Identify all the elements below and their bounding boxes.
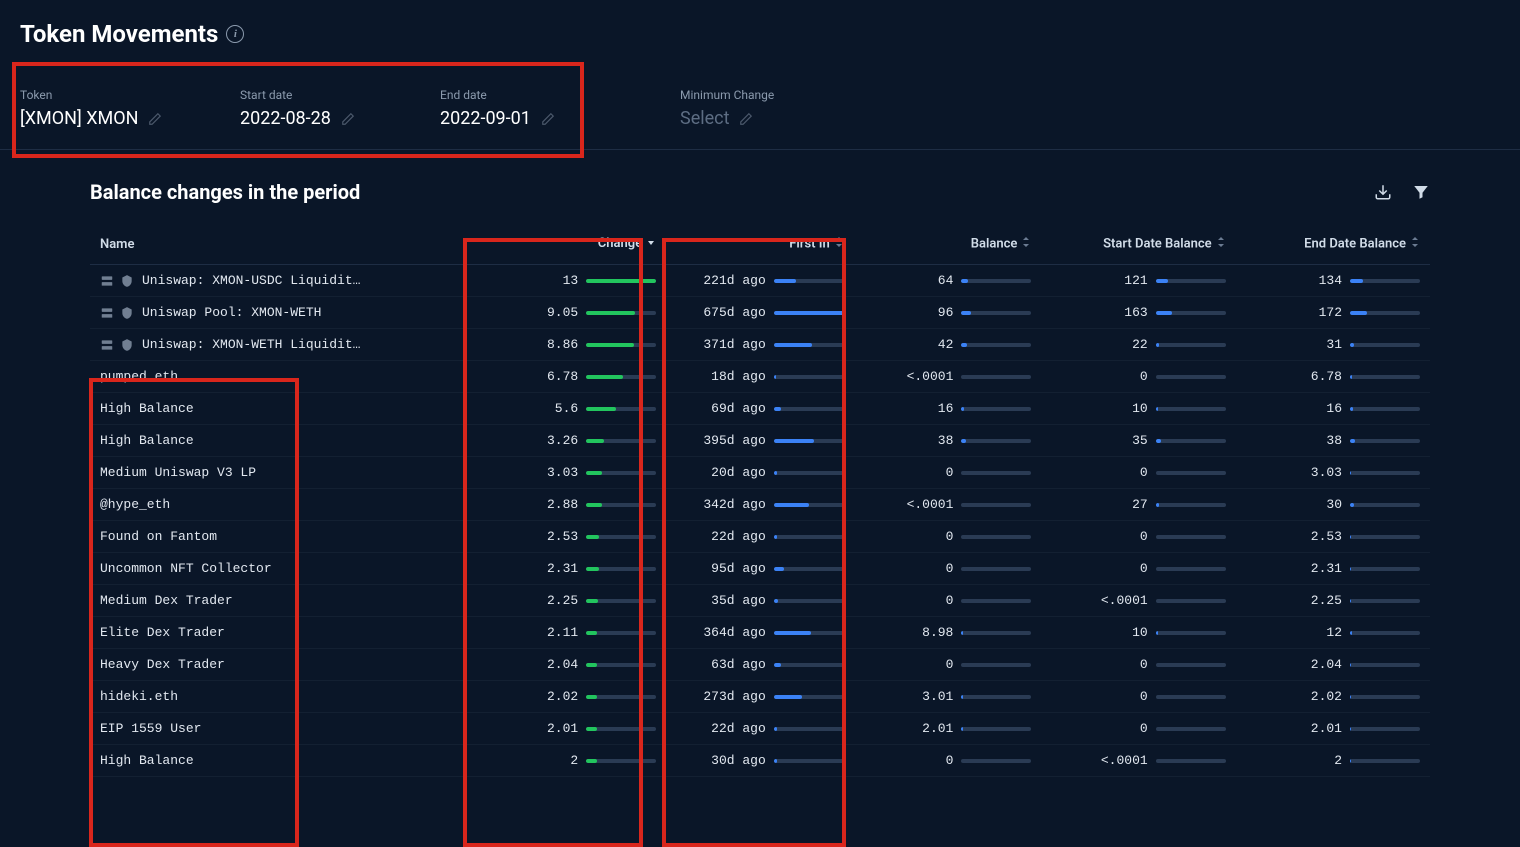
filter-end-date-value: 2022-09-01 <box>440 108 531 129</box>
table-row[interactable]: Medium Uniswap V3 LP 3.03 20d ago 0 0 3.… <box>90 457 1430 489</box>
row-name: hideki.eth <box>100 689 178 704</box>
table-row[interactable]: High Balance 5.6 69d ago 16 10 16 <box>90 393 1430 425</box>
row-name: Uniswap Pool: XMON-WETH <box>142 305 321 320</box>
table-row[interactable]: Medium Dex Trader 2.25 35d ago 0 <.0001 … <box>90 585 1430 617</box>
table-row[interactable]: Found on Fantom 2.53 22d ago 0 0 2.53 <box>90 521 1430 553</box>
shield-icon <box>120 274 134 288</box>
filter-token-label: Token <box>20 88 200 102</box>
row-name: @hype_eth <box>100 497 170 512</box>
table-row[interactable]: Elite Dex Trader 2.11 364d ago 8.98 10 1… <box>90 617 1430 649</box>
table-row[interactable]: Uniswap: XMON-WETH Liquidit… 8.86 371d a… <box>90 329 1430 361</box>
table-row[interactable]: Heavy Dex Trader 2.04 63d ago 0 0 2.04 <box>90 649 1430 681</box>
filter-min-change[interactable]: Minimum Change Select <box>660 78 794 149</box>
row-name: High Balance <box>100 753 194 768</box>
row-name: Heavy Dex Trader <box>100 657 225 672</box>
filter-min-change-label: Minimum Change <box>680 88 774 102</box>
table-row[interactable]: High Balance 3.26 395d ago 38 35 38 <box>90 425 1430 457</box>
filters-bar: Token [XMON] XMON Start date 2022-08-28 … <box>0 68 1520 150</box>
row-name: Elite Dex Trader <box>100 625 225 640</box>
shield-icon <box>120 338 134 352</box>
filter-end-date-label: End date <box>440 88 600 102</box>
page-title: Token Movements i <box>20 20 244 48</box>
pencil-icon <box>341 112 355 126</box>
section-title: Balance changes in the period <box>90 180 360 204</box>
table-row[interactable]: @hype_eth 2.88 342d ago <.0001 27 30 <box>90 489 1430 521</box>
shield-icon <box>120 306 134 320</box>
filter-token-value: [XMON] XMON <box>20 108 138 129</box>
row-name: Medium Dex Trader <box>100 593 233 608</box>
sort-desc-icon <box>646 237 656 252</box>
server-icon <box>100 274 114 288</box>
table-row[interactable]: High Balance 2 30d ago 0 <.0001 2 <box>90 745 1430 777</box>
table-row[interactable]: Uniswap: XMON-USDC Liquidit… 13 221d ago… <box>90 265 1430 297</box>
column-change[interactable]: Change <box>492 224 666 265</box>
filter-min-change-value: Select <box>680 108 729 129</box>
balance-changes-table: Name Change First In Balance Start Date … <box>90 224 1430 777</box>
pencil-icon <box>541 112 555 126</box>
filter-start-date-label: Start date <box>240 88 400 102</box>
filter-end-date[interactable]: End date 2022-09-01 <box>420 78 620 149</box>
filter-icon[interactable] <box>1412 183 1430 201</box>
table-row[interactable]: Uncommon NFT Collector 2.31 95d ago 0 0 … <box>90 553 1430 585</box>
table-row[interactable]: hideki.eth 2.02 273d ago 3.01 0 2.02 <box>90 681 1430 713</box>
server-icon <box>100 338 114 352</box>
filter-start-date-value: 2022-08-28 <box>240 108 331 129</box>
sort-icon <box>834 236 844 252</box>
filter-start-date[interactable]: Start date 2022-08-28 <box>220 78 420 149</box>
row-name: EIP 1559 User <box>100 721 201 736</box>
pencil-icon <box>739 112 753 126</box>
row-name: Uncommon NFT Collector <box>100 561 272 576</box>
column-start-balance[interactable]: Start Date Balance <box>1041 224 1235 265</box>
row-name: pumped.eth <box>100 369 178 384</box>
sort-icon <box>1216 236 1226 252</box>
row-name: Uniswap: XMON-USDC Liquidit… <box>142 273 360 288</box>
row-name: Found on Fantom <box>100 529 217 544</box>
page-title-text: Token Movements <box>20 20 218 48</box>
row-name: Medium Uniswap V3 LP <box>100 465 256 480</box>
download-icon[interactable] <box>1374 183 1392 201</box>
info-icon[interactable]: i <box>226 25 244 43</box>
row-name: Uniswap: XMON-WETH Liquidit… <box>142 337 360 352</box>
server-icon <box>100 306 114 320</box>
table-row[interactable]: EIP 1559 User 2.01 22d ago 2.01 0 2.01 <box>90 713 1430 745</box>
table-row[interactable]: Uniswap Pool: XMON-WETH 9.05 675d ago 96… <box>90 297 1430 329</box>
row-name: High Balance <box>100 433 194 448</box>
column-balance[interactable]: Balance <box>854 224 1042 265</box>
column-first-in[interactable]: First In <box>666 224 854 265</box>
table-row[interactable]: pumped.eth 6.78 18d ago <.0001 0 6.78 <box>90 361 1430 393</box>
filter-token[interactable]: Token [XMON] XMON <box>0 78 220 149</box>
column-end-balance[interactable]: End Date Balance <box>1236 224 1430 265</box>
sort-icon <box>1021 236 1031 252</box>
pencil-icon <box>148 112 162 126</box>
sort-icon <box>1410 236 1420 252</box>
row-name: High Balance <box>100 401 194 416</box>
column-name[interactable]: Name <box>90 224 492 265</box>
